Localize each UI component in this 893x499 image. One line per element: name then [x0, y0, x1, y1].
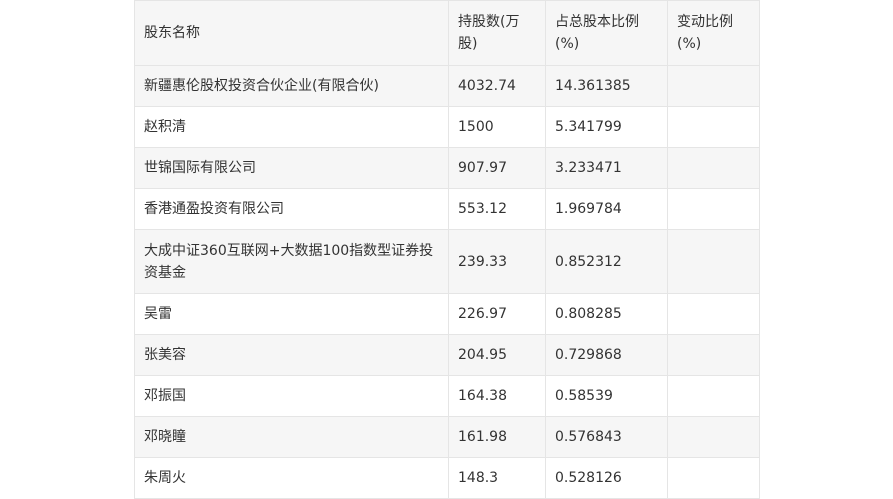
cell-change [667, 334, 760, 376]
table-row: 朱周火 148.3 0.528126 [134, 457, 760, 499]
cell-shares: 226.97 [448, 293, 546, 335]
cell-ratio: 0.58539 [545, 375, 668, 417]
cell-name: 赵积清 [134, 106, 449, 148]
cell-shares: 239.33 [448, 229, 546, 294]
cell-name: 朱周火 [134, 457, 449, 499]
table-row: 世锦国际有限公司 907.97 3.233471 [134, 147, 760, 189]
cell-ratio: 0.852312 [545, 229, 668, 294]
cell-name: 邓晓瞳 [134, 416, 449, 458]
table-row: 赵积清 1500 5.341799 [134, 106, 760, 148]
shareholder-table: 股东名称 持股数(万股) 占总股本比例(%) 变动比例(%) 新疆惠伦股权投资合… [134, 0, 760, 499]
header-ratio: 占总股本比例(%) [545, 0, 668, 66]
cell-shares: 164.38 [448, 375, 546, 417]
cell-name: 世锦国际有限公司 [134, 147, 449, 189]
table-row: 邓振国 164.38 0.58539 [134, 375, 760, 417]
cell-shares: 4032.74 [448, 65, 546, 107]
header-change: 变动比例(%) [667, 0, 760, 66]
cell-shares: 148.3 [448, 457, 546, 499]
cell-name: 邓振国 [134, 375, 449, 417]
table-row: 香港通盈投资有限公司 553.12 1.969784 [134, 188, 760, 230]
cell-change [667, 416, 760, 458]
cell-change [667, 375, 760, 417]
cell-shares: 907.97 [448, 147, 546, 189]
table-row: 大成中证360互联网+大数据100指数型证券投资基金 239.33 0.8523… [134, 229, 760, 294]
cell-name: 新疆惠伦股权投资合伙企业(有限合伙) [134, 65, 449, 107]
cell-change [667, 147, 760, 189]
header-name: 股东名称 [134, 0, 449, 66]
cell-shares: 1500 [448, 106, 546, 148]
cell-name: 香港通盈投资有限公司 [134, 188, 449, 230]
cell-change [667, 229, 760, 294]
cell-change [667, 188, 760, 230]
header-shares: 持股数(万股) [448, 0, 546, 66]
cell-change [667, 65, 760, 107]
cell-ratio: 0.729868 [545, 334, 668, 376]
cell-shares: 204.95 [448, 334, 546, 376]
table-row: 吴雷 226.97 0.808285 [134, 293, 760, 335]
cell-shares: 161.98 [448, 416, 546, 458]
cell-ratio: 1.969784 [545, 188, 668, 230]
cell-name: 张美容 [134, 334, 449, 376]
cell-ratio: 5.341799 [545, 106, 668, 148]
cell-change [667, 293, 760, 335]
cell-ratio: 0.808285 [545, 293, 668, 335]
table-row: 张美容 204.95 0.729868 [134, 334, 760, 376]
cell-shares: 553.12 [448, 188, 546, 230]
cell-change [667, 457, 760, 499]
cell-change [667, 106, 760, 148]
cell-ratio: 3.233471 [545, 147, 668, 189]
table-row: 邓晓瞳 161.98 0.576843 [134, 416, 760, 458]
cell-ratio: 14.361385 [545, 65, 668, 107]
table-header-row: 股东名称 持股数(万股) 占总股本比例(%) 变动比例(%) [134, 0, 760, 66]
cell-ratio: 0.528126 [545, 457, 668, 499]
cell-ratio: 0.576843 [545, 416, 668, 458]
cell-name: 吴雷 [134, 293, 449, 335]
table-row: 新疆惠伦股权投资合伙企业(有限合伙) 4032.74 14.361385 [134, 65, 760, 107]
cell-name: 大成中证360互联网+大数据100指数型证券投资基金 [134, 229, 449, 294]
